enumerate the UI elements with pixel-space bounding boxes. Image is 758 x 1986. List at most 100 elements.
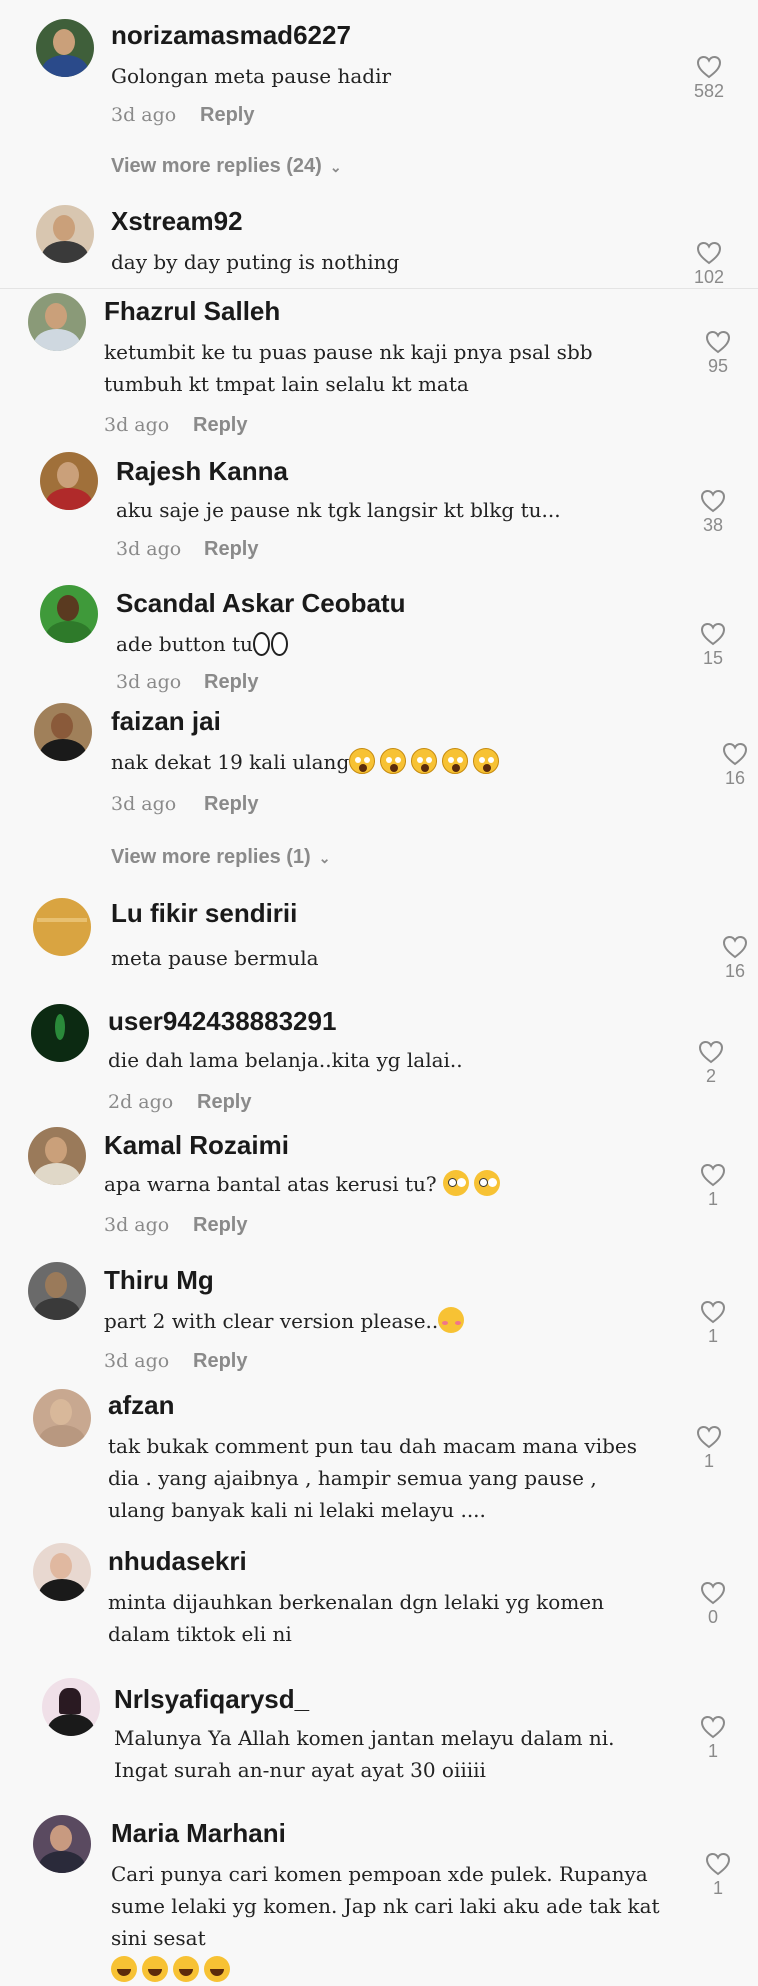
flushed-emoji-icon (474, 1170, 501, 1196)
reply-button[interactable]: Reply (197, 1091, 251, 1114)
heart-icon (700, 622, 726, 646)
heart-icon (700, 489, 726, 513)
heart-icon (698, 1040, 724, 1064)
comment-username[interactable]: norizamasmad6227 (111, 20, 351, 51)
view-more-replies-button[interactable]: View more replies (24) ⌄ (111, 155, 342, 178)
reply-button[interactable]: Reply (193, 414, 247, 437)
like-button[interactable]: 1 (691, 1163, 735, 1210)
like-button[interactable]: 102 (687, 241, 731, 288)
avatar[interactable] (31, 1004, 89, 1062)
comment-timestamp: 3d ago (104, 1350, 170, 1372)
chevron-down-icon: ⌄ (329, 159, 342, 175)
heart-icon (700, 1300, 726, 1324)
view-more-label: View more replies (24) (111, 155, 322, 177)
comment-username[interactable]: user942438883291 (108, 1006, 336, 1037)
eyes-emoji-icon (270, 632, 288, 656)
comment-timestamp: 3d ago (104, 1214, 170, 1236)
like-button[interactable]: 16 (713, 742, 757, 789)
reply-button[interactable]: Reply (204, 793, 258, 816)
avatar[interactable] (40, 585, 98, 643)
comment-timestamp: 3d ago (111, 104, 177, 126)
like-button[interactable]: 16 (713, 935, 757, 982)
comment-timestamp: 3d ago (111, 793, 177, 815)
like-button[interactable]: 38 (691, 489, 735, 536)
heart-icon (700, 1715, 726, 1739)
scream-emoji-icon (349, 748, 376, 774)
like-count: 15 (702, 648, 724, 668)
comment-username[interactable]: faizan jai (111, 706, 221, 737)
comment-username[interactable]: Thiru Mg (104, 1265, 214, 1296)
avatar[interactable] (28, 293, 86, 351)
avatar[interactable] (34, 703, 92, 761)
comment-username[interactable]: afzan (108, 1390, 174, 1421)
avatar[interactable] (36, 205, 94, 263)
like-count: 16 (724, 961, 746, 981)
comment-text-content: nak dekat 19 kali ulang (111, 750, 350, 774)
scream-emoji-icon (380, 748, 407, 774)
like-count: 1 (707, 1189, 718, 1209)
avatar[interactable] (28, 1127, 86, 1185)
comment-username[interactable]: Nrlsyafiqarysd_ (114, 1684, 309, 1715)
comment-username[interactable]: Scandal Askar Ceobatu (116, 588, 405, 619)
reply-button[interactable]: Reply (204, 538, 258, 561)
heart-icon (700, 1163, 726, 1187)
reply-button[interactable]: Reply (204, 671, 258, 694)
comment-username[interactable]: Lu fikir sendirii (111, 898, 297, 929)
like-button[interactable]: 1 (696, 1852, 740, 1899)
view-more-label: View more replies (1) (111, 846, 311, 868)
smiling-hearts-emoji-icon (438, 1307, 465, 1333)
divider (0, 288, 758, 289)
scream-emoji-icon (411, 748, 438, 774)
like-count: 1 (712, 1878, 723, 1898)
like-count: 1 (707, 1326, 718, 1346)
laughing-emoji-icon (142, 1956, 168, 1982)
comment-text: nak dekat 19 kali ulang (111, 746, 671, 778)
like-count: 0 (707, 1607, 718, 1627)
reply-button[interactable]: Reply (193, 1214, 247, 1237)
like-button[interactable]: 1 (691, 1300, 735, 1347)
avatar[interactable] (28, 1262, 86, 1320)
chevron-down-icon: ⌄ (318, 850, 331, 866)
like-button[interactable]: 15 (691, 622, 735, 669)
like-button[interactable]: 1 (691, 1715, 735, 1762)
scream-emoji-icon (473, 748, 500, 774)
comment-timestamp: 3d ago (116, 538, 182, 560)
comment-username[interactable]: Maria Marhani (111, 1818, 286, 1849)
laughing-emoji-icon (111, 1956, 137, 1982)
like-count: 582 (693, 81, 725, 101)
avatar[interactable] (33, 1815, 91, 1873)
avatar[interactable] (33, 1389, 91, 1447)
reply-button[interactable]: Reply (200, 104, 254, 127)
avatar[interactable] (42, 1678, 100, 1736)
heart-icon (705, 1852, 731, 1876)
avatar[interactable] (40, 452, 98, 510)
scream-emoji-icon (442, 748, 469, 774)
heart-icon (696, 241, 722, 265)
like-button[interactable]: 1 (687, 1425, 731, 1472)
like-count: 1 (703, 1451, 714, 1471)
reply-button[interactable]: Reply (193, 1350, 247, 1373)
like-button[interactable]: 582 (687, 55, 731, 102)
like-count: 1 (707, 1741, 718, 1761)
laughing-emoji-icon (173, 1956, 199, 1982)
comment-text: tak bukak comment pun tau dah macam mana… (108, 1434, 637, 1522)
view-more-replies-button[interactable]: View more replies (1) ⌄ (111, 846, 330, 869)
comment-text-content: Cari punya cari komen pempoan xde pulek.… (111, 1862, 660, 1950)
eyes-emoji-icon (252, 632, 270, 656)
comment-username[interactable]: Kamal Rozaimi (104, 1130, 289, 1161)
comment-text: meta pause bermula (111, 946, 319, 970)
comment-text: Golongan meta pause hadir (111, 64, 392, 88)
like-count: 102 (693, 267, 725, 287)
comment-username[interactable]: Fhazrul Salleh (104, 296, 280, 327)
like-button[interactable]: 95 (696, 330, 740, 377)
comment-username[interactable]: Xstream92 (111, 206, 243, 237)
comment-username[interactable]: nhudasekri (108, 1546, 247, 1577)
avatar[interactable] (33, 898, 91, 956)
comment-username[interactable]: Rajesh Kanna (116, 456, 288, 487)
like-count: 16 (724, 768, 746, 788)
like-button[interactable]: 0 (691, 1581, 735, 1628)
avatar[interactable] (33, 1543, 91, 1601)
heart-icon (722, 935, 748, 959)
like-button[interactable]: 2 (689, 1040, 733, 1087)
avatar[interactable] (36, 19, 94, 77)
